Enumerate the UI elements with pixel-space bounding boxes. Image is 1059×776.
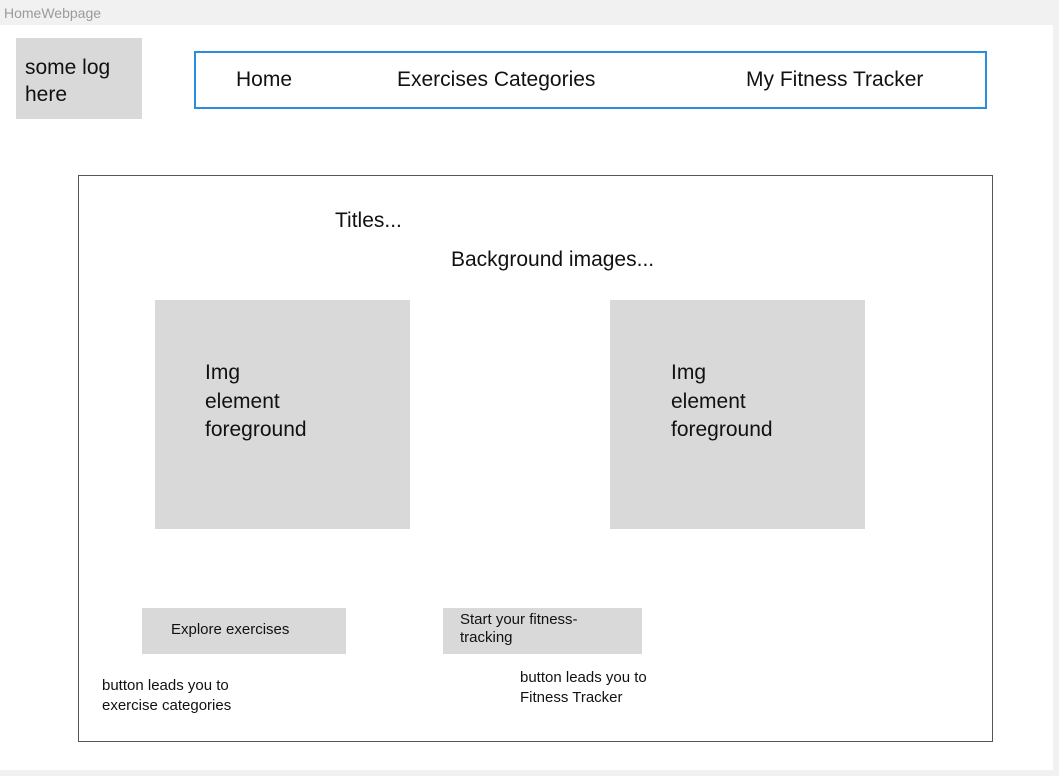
tracker-button-line-1: Start your fitness- xyxy=(460,611,578,628)
titles-placeholder: Titles... xyxy=(335,209,402,232)
foreground-image-left: Img element foreground xyxy=(155,300,410,529)
note-left-line-1: button leads you to xyxy=(102,677,229,694)
foreground-image-right: Img element foreground xyxy=(610,300,865,529)
nav-item-home[interactable]: Home xyxy=(236,68,292,92)
img-left-line-1: Img xyxy=(205,361,241,384)
img-right-line-1: Img xyxy=(671,361,707,384)
img-right-line-2: element xyxy=(671,389,746,413)
nav-item-my-fitness-tracker[interactable]: My Fitness Tracker xyxy=(746,68,923,92)
logo-text-line-2: here xyxy=(25,83,68,106)
note-right-line-2: Fitness Tracker xyxy=(520,689,623,706)
note-left-line-2: exercise categories xyxy=(102,697,232,714)
img-right-line-3: foreground xyxy=(671,418,773,441)
logo-text-line-1: some log xyxy=(25,56,111,79)
img-left-line-3: foreground xyxy=(205,418,307,441)
main-navigation: Home Exercises Categories My Fitness Tra… xyxy=(194,51,987,109)
nav-item-exercises-categories[interactable]: Exercises Categories xyxy=(397,68,595,92)
frame-label: HomeWebpage xyxy=(4,5,102,21)
explore-button-annotation: button leads you to exercise categories xyxy=(102,676,302,716)
start-fitness-tracking-button[interactable]: Start your fitness- tracking xyxy=(443,608,642,654)
tracker-button-annotation: button leads you to Fitness Tracker xyxy=(520,668,720,708)
background-images-placeholder: Background images... xyxy=(451,248,655,271)
explore-exercises-button[interactable]: Explore exercises xyxy=(142,608,346,654)
tracker-button-line-2: tracking xyxy=(460,629,513,646)
logo-placeholder[interactable]: some log here xyxy=(16,38,142,119)
img-left-line-2: element xyxy=(205,389,280,413)
note-right-line-1: button leads you to xyxy=(520,669,647,686)
hero-content-panel: Titles... Background images... Img eleme… xyxy=(78,175,993,742)
